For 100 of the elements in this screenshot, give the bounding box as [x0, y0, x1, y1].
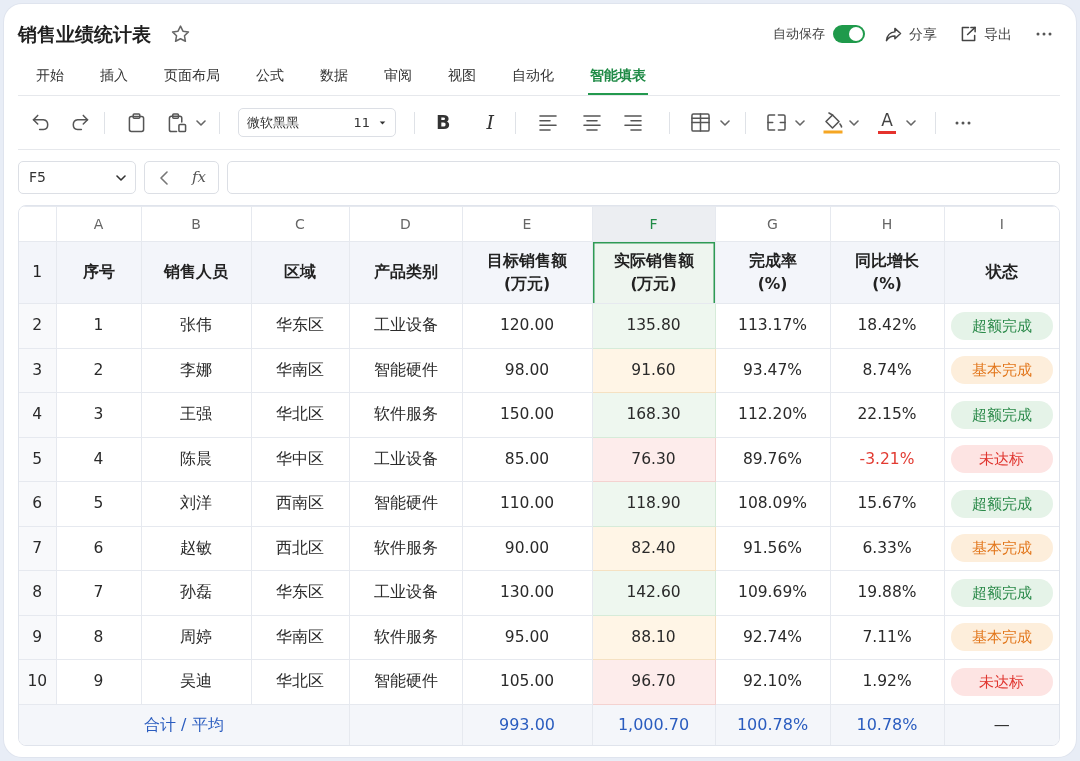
table-cell: 105.00 — [462, 659, 592, 704]
borders-icon[interactable] — [691, 113, 710, 132]
ribbon-tab[interactable]: 数据 — [318, 57, 350, 95]
column-header[interactable]: H — [830, 206, 944, 242]
column-header[interactable]: E — [462, 206, 592, 242]
formula-input[interactable] — [227, 161, 1060, 194]
table-cell: 5 — [56, 481, 141, 526]
table-cell: 109.69% — [715, 570, 830, 615]
row-number[interactable]: 6 — [19, 481, 56, 526]
table-cell: 工业设备 — [349, 437, 462, 482]
ribbon-tab[interactable]: 审阅 — [382, 57, 414, 95]
table-cell: 110.00 — [462, 481, 592, 526]
table-cell: 130.00 — [462, 570, 592, 615]
table-cell: 王强 — [141, 392, 251, 437]
status-badge: 超额完成 — [950, 400, 1053, 429]
table-cell: 工业设备 — [349, 303, 462, 348]
table-cell: 88.10 — [592, 615, 715, 660]
row-number[interactable]: 3 — [19, 348, 56, 393]
export-button[interactable]: 导出 — [961, 23, 1012, 45]
share-button[interactable]: 分享 — [885, 23, 937, 45]
table-cell: 2 — [56, 348, 141, 393]
align-center-icon[interactable] — [583, 114, 601, 131]
chevron-left-icon[interactable] — [160, 170, 168, 185]
table-cell: 19.88% — [830, 570, 944, 615]
column-header[interactable]: I — [944, 206, 1059, 242]
function-button[interactable]: fx — [192, 166, 206, 189]
ribbon-tab[interactable]: 自动化 — [510, 57, 556, 95]
table-cell: 吴迪 — [141, 659, 251, 704]
row-number[interactable]: 9 — [19, 615, 56, 660]
redo-icon[interactable] — [70, 114, 89, 131]
table-cell: 7.11% — [830, 615, 944, 660]
table-cell: 120.00 — [462, 303, 592, 348]
status-badge: 未达标 — [950, 667, 1053, 696]
row-number[interactable]: 2 — [19, 303, 56, 348]
ribbon-tab[interactable]: 页面布局 — [162, 57, 222, 95]
star-icon[interactable] — [171, 25, 190, 43]
caret-icon[interactable] — [849, 119, 859, 126]
column-header[interactable]: G — [715, 206, 830, 242]
italic-button[interactable]: I — [486, 113, 494, 132]
row-number[interactable]: 4 — [19, 392, 56, 437]
cell-reference-field[interactable]: F5 — [18, 161, 136, 194]
table-cell: 智能硬件 — [349, 659, 462, 704]
align-left-icon[interactable] — [539, 114, 557, 131]
table-cell: 93.47% — [715, 348, 830, 393]
caret-icon[interactable] — [720, 119, 730, 126]
table-cell: 智能硬件 — [349, 481, 462, 526]
table-cell: 华南区 — [251, 348, 349, 393]
fill-color-icon[interactable] — [823, 111, 843, 134]
font-picker[interactable]: 微软黑黑 11 — [238, 108, 396, 137]
caret-icon[interactable] — [906, 119, 916, 126]
column-header[interactable]: B — [141, 206, 251, 242]
table-cell: 85.00 — [462, 437, 592, 482]
align-right-icon[interactable] — [624, 114, 642, 131]
row-number[interactable]: 10 — [19, 659, 56, 704]
clipboard-icon[interactable] — [128, 112, 145, 133]
ribbon-tab[interactable]: 视图 — [446, 57, 478, 95]
table-cell: 95.00 — [462, 615, 592, 660]
font-name-field[interactable]: 微软黑黑 — [247, 112, 299, 133]
more-icon[interactable] — [1036, 32, 1052, 36]
table-cell: 刘洋 — [141, 481, 251, 526]
table-cell: 华东区 — [251, 570, 349, 615]
merge-cells-icon[interactable] — [767, 114, 786, 131]
table-cell: 7 — [56, 570, 141, 615]
column-header[interactable]: F — [592, 206, 715, 242]
column-header[interactable]: A — [56, 206, 141, 242]
header-cell: 序号 — [56, 241, 141, 304]
total-cell: 100.78% — [715, 704, 830, 745]
table-cell: 76.30 — [592, 437, 715, 482]
row-number[interactable]: 1 — [19, 241, 56, 304]
caret-icon[interactable] — [196, 119, 206, 126]
color-bar-icon — [878, 130, 896, 134]
column-header[interactable]: D — [349, 206, 462, 242]
ribbon-tab[interactable]: 插入 — [98, 57, 130, 95]
column-header[interactable]: C — [251, 206, 349, 242]
table-cell: 96.70 — [592, 659, 715, 704]
table-cell: 82.40 — [592, 526, 715, 571]
table-cell: 智能硬件 — [349, 348, 462, 393]
row-number[interactable]: 7 — [19, 526, 56, 571]
caret-icon[interactable] — [116, 174, 126, 181]
autosave-toggle[interactable] — [833, 25, 865, 43]
font-size-select[interactable]: 11 — [353, 112, 386, 133]
export-icon — [961, 26, 977, 42]
table-cell: 8.74% — [830, 348, 944, 393]
table-cell: 赵敏 — [141, 526, 251, 571]
paste-icon[interactable] — [168, 112, 187, 133]
caret-icon[interactable] — [795, 119, 805, 126]
row-number[interactable]: 8 — [19, 570, 56, 615]
undo-icon[interactable] — [32, 114, 51, 131]
ribbon-tab[interactable]: 公式 — [254, 57, 286, 95]
total-cell: — — [944, 704, 1059, 745]
header-cell: 状态 — [944, 241, 1059, 304]
font-color-button[interactable]: A — [878, 111, 896, 134]
ribbon-tab[interactable]: 开始 — [34, 57, 66, 95]
more-icon[interactable] — [955, 120, 971, 125]
table-cell: 西南区 — [251, 481, 349, 526]
bold-button[interactable]: B — [436, 113, 451, 132]
row-number[interactable]: 5 — [19, 437, 56, 482]
table-cell: 张伟 — [141, 303, 251, 348]
table-cell: -3.21% — [830, 437, 944, 482]
ribbon-tab[interactable]: 智能填表 — [588, 57, 648, 95]
